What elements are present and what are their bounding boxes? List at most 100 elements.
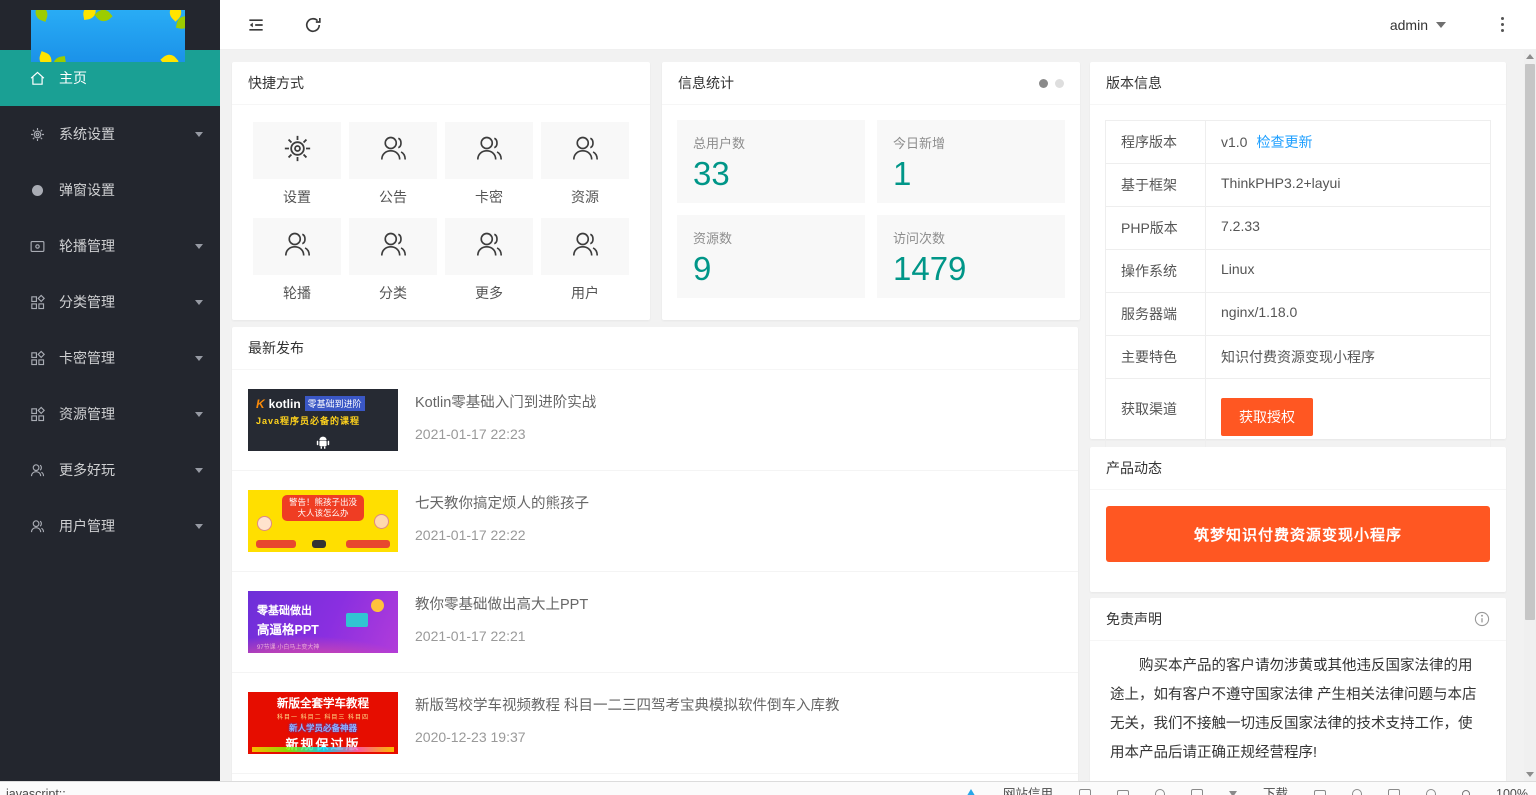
post-time: 2021-01-17 22:22 (415, 527, 589, 543)
window-icon[interactable] (1388, 789, 1400, 795)
friends-icon (473, 132, 506, 170)
leaf-decoration (33, 10, 50, 22)
shortcut-cardkey[interactable]: 卡密 (445, 122, 533, 207)
friends-icon (29, 518, 46, 535)
logo-image (31, 10, 185, 62)
table-row: 基于框架 ThinkPHP3.2+layui (1105, 164, 1491, 207)
version-value: v1.0 (1221, 134, 1247, 150)
shortcut-more[interactable]: 更多 (445, 218, 533, 303)
shortcut-announcement[interactable]: 公告 (349, 122, 437, 207)
version-card: 版本信息 程序版本 v1.0检查更新 基于框架 ThinkPHP3.2+layu… (1090, 62, 1506, 439)
post-thumbnail: 新版全套学车教程 科目一 科目二 科目三 科目四 新人学员必备神器 新规保过版 … (248, 692, 398, 754)
sidebar-item-system-settings[interactable]: 系统设置 (0, 106, 220, 162)
chevron-down-icon (195, 412, 203, 417)
table-row: 主要特色 知识付费资源变现小程序 (1105, 336, 1491, 379)
info-icon[interactable] (1474, 611, 1490, 627)
table-row: 获取渠道 获取授权 (1105, 379, 1491, 456)
shortcut-resource[interactable]: 资源 (541, 122, 629, 207)
shortcut-settings[interactable]: 设置 (253, 122, 341, 207)
product-banner-button[interactable]: 筑梦知识付费资源变现小程序 (1106, 506, 1490, 562)
shortcut-carousel[interactable]: 轮播 (253, 218, 341, 303)
scroll-up-arrow[interactable] (1524, 50, 1536, 63)
friends-icon (281, 228, 314, 266)
browser-status-bar: javascript:; 网站信用 下载 100% (0, 781, 1536, 795)
friends-icon (569, 228, 602, 266)
sidebar-item-label: 更多好玩 (59, 460, 115, 480)
sidebar-item-category-management[interactable]: 分类管理 (0, 274, 220, 330)
friends-icon (377, 228, 410, 266)
topbar: admin (220, 0, 1536, 50)
more-options-icon[interactable] (1492, 14, 1512, 36)
list-item[interactable]: 新版全套学车教程 科目一 科目二 科目三 科目四 新人学员必备神器 新规保过版 … (232, 673, 1078, 774)
post-title: 教你零基础做出高大上PPT (415, 593, 588, 614)
username: admin (1390, 17, 1428, 33)
card-title: 快捷方式 (248, 62, 634, 104)
edit-icon[interactable] (1191, 789, 1203, 795)
disclaimer-card: 免责声明 购买本产品的客户请勿涉黄或其他违反国家法律的用途上，如有客户不遵守国家… (1090, 598, 1506, 781)
card-header: 免责声明 (1090, 598, 1506, 641)
site-credit-label[interactable]: 网站信用 (1003, 784, 1053, 795)
sidebar-item-label: 弹窗设置 (59, 180, 115, 200)
sidebar-item-label: 分类管理 (59, 292, 115, 312)
post-time: 2020-12-23 19:37 (415, 729, 840, 745)
screenshot-icon[interactable] (1079, 789, 1091, 795)
shortcut-user[interactable]: 用户 (541, 218, 629, 303)
scroll-down-arrow[interactable] (1524, 768, 1536, 781)
status-link-hint: javascript:; (6, 784, 66, 795)
list-item[interactable]: 零基础做出 高逼格PPT 97节课 小白马上变大神 教你零基础做出高大上PPT … (232, 572, 1078, 673)
get-authorization-button[interactable]: 获取授权 (1221, 398, 1313, 436)
scrollbar-thumb[interactable] (1525, 64, 1535, 620)
gear-icon (281, 132, 314, 170)
leaf-decoration (160, 51, 178, 62)
translate-icon[interactable] (1155, 789, 1165, 795)
stat-visits: 访问次数 1479 (877, 215, 1065, 298)
sidebar-item-popup-settings[interactable]: 弹窗设置 (0, 162, 220, 218)
sidebar-item-cardkey-management[interactable]: 卡密管理 (0, 330, 220, 386)
stats-grid: 总用户数 33 今日新增 1 资源数 9 访问次数 1479 (662, 105, 1080, 313)
zoom-search-icon[interactable] (1462, 790, 1470, 795)
post-title: 七天教你搞定烦人的熊孩子 (415, 492, 589, 513)
sidebar-menu: 主页 系统设置 弹窗设置 轮播管理 分类管理 (0, 50, 220, 554)
sidebar-item-user-management[interactable]: 用户管理 (0, 498, 220, 554)
sidebar-item-carousel-management[interactable]: 轮播管理 (0, 218, 220, 274)
table-row: PHP版本 7.2.33 (1105, 207, 1491, 250)
carousel-dot[interactable] (1055, 79, 1064, 88)
refresh-icon[interactable] (303, 15, 323, 35)
image-toggle-icon[interactable] (1117, 790, 1129, 795)
sidebar-item-label: 主页 (59, 68, 87, 88)
card-header: 产品动态 (1090, 447, 1506, 490)
carousel-dot-active[interactable] (1039, 79, 1048, 88)
main-content: 快捷方式 设置 公告 卡密 资源 轮播 (220, 50, 1524, 781)
gear-icon (29, 126, 46, 143)
reader-icon[interactable] (1314, 790, 1326, 795)
shortcut-category[interactable]: 分类 (349, 218, 437, 303)
table-row: 程序版本 v1.0检查更新 (1105, 121, 1491, 164)
card-title: 免责声明 (1106, 598, 1474, 640)
collapse-menu-icon[interactable] (246, 15, 266, 35)
stat-total-users: 总用户数 33 (677, 120, 865, 203)
zoom-level[interactable]: 100% (1496, 784, 1528, 795)
card-header: 最新发布 (232, 327, 1078, 370)
list-item[interactable]: 警告！熊孩子出没 大人该怎么办 七天教你搞定烦人的熊孩子 2021-01-17 … (232, 471, 1078, 572)
topbar-right: admin (1390, 14, 1536, 36)
card-title: 信息统计 (678, 62, 1039, 104)
download-arrow-icon[interactable] (1229, 791, 1237, 795)
leaf-decoration (37, 51, 54, 62)
sound-icon[interactable] (1426, 789, 1436, 795)
download-label[interactable]: 下载 (1263, 784, 1288, 795)
list-item[interactable]: K kotlin 零基础到进阶 Java程序员必备的课程 Kotlin零基础入门… (232, 370, 1078, 471)
sidebar-item-label: 系统设置 (59, 124, 115, 144)
shortcuts-card: 快捷方式 设置 公告 卡密 资源 轮播 (232, 62, 650, 320)
scrollbar[interactable] (1524, 50, 1536, 781)
leaf-decoration (94, 10, 112, 25)
circle-icon (29, 182, 46, 199)
sidebar-item-resource-management[interactable]: 资源管理 (0, 386, 220, 442)
network-icon[interactable] (1352, 789, 1362, 795)
check-update-link[interactable]: 检查更新 (1256, 134, 1312, 150)
card-title: 产品动态 (1106, 447, 1490, 489)
user-menu[interactable]: admin (1390, 17, 1446, 33)
template-icon (29, 406, 46, 423)
status-bar-tools: 网站信用 下载 100% (965, 784, 1528, 795)
sidebar-item-more-fun[interactable]: 更多好玩 (0, 442, 220, 498)
post-time: 2021-01-17 22:21 (415, 628, 588, 644)
